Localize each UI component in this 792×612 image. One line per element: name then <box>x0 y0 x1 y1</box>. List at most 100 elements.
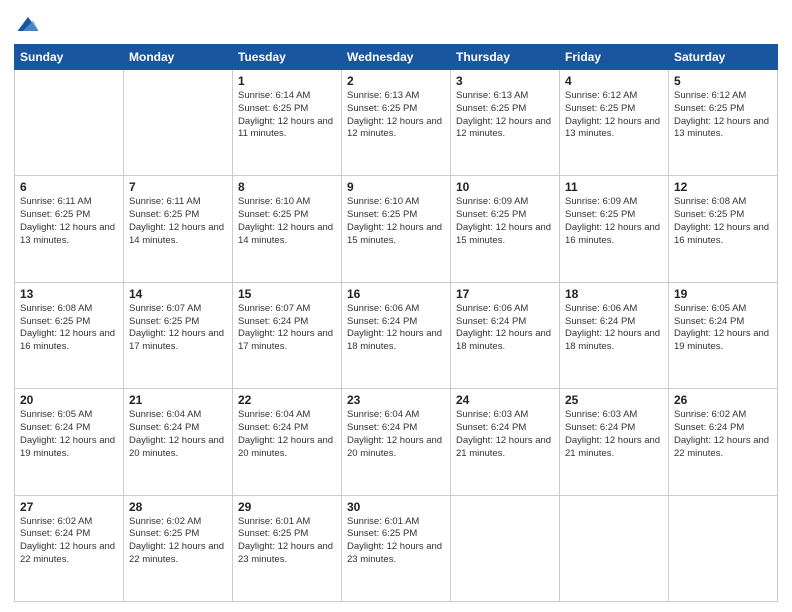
day-info: Sunrise: 6:02 AM Sunset: 6:24 PM Dayligh… <box>674 409 772 460</box>
col-monday: Monday <box>124 45 233 70</box>
calendar-cell: 18 Sunrise: 6:06 AM Sunset: 6:24 PM Dayli… <box>560 282 669 388</box>
day-number: 20 <box>20 393 118 407</box>
day-info: Sunrise: 6:09 AM Sunset: 6:25 PM Dayligh… <box>456 196 554 247</box>
day-number: 5 <box>674 74 772 88</box>
day-info: Sunrise: 6:03 AM Sunset: 6:24 PM Dayligh… <box>565 409 663 460</box>
day-info: Sunrise: 6:03 AM Sunset: 6:24 PM Dayligh… <box>456 409 554 460</box>
calendar-cell: 19 Sunrise: 6:05 AM Sunset: 6:24 PM Dayli… <box>669 282 778 388</box>
calendar-cell: 30 Sunrise: 6:01 AM Sunset: 6:25 PM Dayli… <box>342 495 451 601</box>
day-info: Sunrise: 6:04 AM Sunset: 6:24 PM Dayligh… <box>238 409 336 460</box>
col-tuesday: Tuesday <box>233 45 342 70</box>
day-number: 25 <box>565 393 663 407</box>
day-info: Sunrise: 6:12 AM Sunset: 6:25 PM Dayligh… <box>565 90 663 141</box>
page: Sunday Monday Tuesday Wednesday Thursday… <box>0 0 792 612</box>
day-info: Sunrise: 6:08 AM Sunset: 6:25 PM Dayligh… <box>20 303 118 354</box>
day-info: Sunrise: 6:06 AM Sunset: 6:24 PM Dayligh… <box>565 303 663 354</box>
calendar-cell: 21Sunrise: 6:04 AM Sunset: 6:24 PM Dayli… <box>124 389 233 495</box>
week-row-4: 20 Sunrise: 6:05 AM Sunset: 6:24 PM Dayli… <box>15 389 778 495</box>
day-number: 3 <box>456 74 554 88</box>
day-info: Sunrise: 6:05 AM Sunset: 6:24 PM Dayligh… <box>20 409 118 460</box>
day-info: Sunrise: 6:08 AM Sunset: 6:25 PM Dayligh… <box>674 196 772 247</box>
col-saturday: Saturday <box>669 45 778 70</box>
day-info: Sunrise: 6:05 AM Sunset: 6:24 PM Dayligh… <box>674 303 772 354</box>
day-number: 15 <box>238 287 336 301</box>
calendar-cell: 2Sunrise: 6:13 AM Sunset: 6:25 PM Daylig… <box>342 70 451 176</box>
day-number: 29 <box>238 500 336 514</box>
calendar-cell: 10 Sunrise: 6:09 AM Sunset: 6:25 PM Dayli… <box>451 176 560 282</box>
col-sunday: Sunday <box>15 45 124 70</box>
calendar-cell: 14 Sunrise: 6:07 AM Sunset: 6:25 PM Dayli… <box>124 282 233 388</box>
day-info: Sunrise: 6:13 AM Sunset: 6:25 PM Dayligh… <box>456 90 554 141</box>
logo <box>14 10 46 38</box>
day-number: 11 <box>565 180 663 194</box>
day-number: 14 <box>129 287 227 301</box>
day-info: Sunrise: 6:14 AM Sunset: 6:25 PM Dayligh… <box>238 90 336 141</box>
day-number: 4 <box>565 74 663 88</box>
day-number: 28 <box>129 500 227 514</box>
day-number: 12 <box>674 180 772 194</box>
day-number: 9 <box>347 180 445 194</box>
week-row-1: 1 Sunrise: 6:14 AM Sunset: 6:25 PM Daylig… <box>15 70 778 176</box>
calendar-cell: 5 Sunrise: 6:12 AM Sunset: 6:25 PM Daylig… <box>669 70 778 176</box>
day-number: 1 <box>238 74 336 88</box>
week-row-2: 6 Sunrise: 6:11 AM Sunset: 6:25 PM Daylig… <box>15 176 778 282</box>
calendar-cell: 11 Sunrise: 6:09 AM Sunset: 6:25 PM Dayli… <box>560 176 669 282</box>
calendar-cell: 28 Sunrise: 6:02 AM Sunset: 6:25 PM Dayli… <box>124 495 233 601</box>
day-number: 8 <box>238 180 336 194</box>
week-row-3: 13 Sunrise: 6:08 AM Sunset: 6:25 PM Dayli… <box>15 282 778 388</box>
calendar-cell <box>669 495 778 601</box>
col-wednesday: Wednesday <box>342 45 451 70</box>
week-row-5: 27Sunrise: 6:02 AM Sunset: 6:24 PM Dayli… <box>15 495 778 601</box>
day-info: Sunrise: 6:01 AM Sunset: 6:25 PM Dayligh… <box>238 516 336 567</box>
day-info: Sunrise: 6:10 AM Sunset: 6:25 PM Dayligh… <box>347 196 445 247</box>
day-info: Sunrise: 6:04 AM Sunset: 6:24 PM Dayligh… <box>129 409 227 460</box>
header-row: Sunday Monday Tuesday Wednesday Thursday… <box>15 45 778 70</box>
day-number: 22 <box>238 393 336 407</box>
col-thursday: Thursday <box>451 45 560 70</box>
day-number: 10 <box>456 180 554 194</box>
calendar-cell: 17Sunrise: 6:06 AM Sunset: 6:24 PM Dayli… <box>451 282 560 388</box>
calendar-cell: 6 Sunrise: 6:11 AM Sunset: 6:25 PM Daylig… <box>15 176 124 282</box>
day-info: Sunrise: 6:02 AM Sunset: 6:25 PM Dayligh… <box>129 516 227 567</box>
calendar-cell <box>560 495 669 601</box>
calendar-cell: 12 Sunrise: 6:08 AM Sunset: 6:25 PM Dayli… <box>669 176 778 282</box>
calendar-cell: 15Sunrise: 6:07 AM Sunset: 6:24 PM Dayli… <box>233 282 342 388</box>
day-info: Sunrise: 6:13 AM Sunset: 6:25 PM Dayligh… <box>347 90 445 141</box>
calendar-cell: 13 Sunrise: 6:08 AM Sunset: 6:25 PM Dayli… <box>15 282 124 388</box>
day-number: 19 <box>674 287 772 301</box>
calendar-cell: 3 Sunrise: 6:13 AM Sunset: 6:25 PM Daylig… <box>451 70 560 176</box>
day-info: Sunrise: 6:01 AM Sunset: 6:25 PM Dayligh… <box>347 516 445 567</box>
header <box>14 10 778 38</box>
day-info: Sunrise: 6:11 AM Sunset: 6:25 PM Dayligh… <box>129 196 227 247</box>
calendar-cell: 26 Sunrise: 6:02 AM Sunset: 6:24 PM Dayli… <box>669 389 778 495</box>
calendar-table: Sunday Monday Tuesday Wednesday Thursday… <box>14 44 778 602</box>
day-number: 30 <box>347 500 445 514</box>
day-info: Sunrise: 6:07 AM Sunset: 6:25 PM Dayligh… <box>129 303 227 354</box>
day-info: Sunrise: 6:09 AM Sunset: 6:25 PM Dayligh… <box>565 196 663 247</box>
calendar-cell: 4 Sunrise: 6:12 AM Sunset: 6:25 PM Daylig… <box>560 70 669 176</box>
calendar-cell: 25 Sunrise: 6:03 AM Sunset: 6:24 PM Dayli… <box>560 389 669 495</box>
day-info: Sunrise: 6:10 AM Sunset: 6:25 PM Dayligh… <box>238 196 336 247</box>
day-number: 23 <box>347 393 445 407</box>
day-number: 6 <box>20 180 118 194</box>
calendar-cell: 16Sunrise: 6:06 AM Sunset: 6:24 PM Dayli… <box>342 282 451 388</box>
calendar-cell <box>124 70 233 176</box>
calendar-cell <box>451 495 560 601</box>
day-number: 7 <box>129 180 227 194</box>
calendar-cell: 9 Sunrise: 6:10 AM Sunset: 6:25 PM Daylig… <box>342 176 451 282</box>
calendar-cell: 24 Sunrise: 6:03 AM Sunset: 6:24 PM Dayli… <box>451 389 560 495</box>
day-number: 24 <box>456 393 554 407</box>
col-friday: Friday <box>560 45 669 70</box>
day-number: 26 <box>674 393 772 407</box>
day-info: Sunrise: 6:12 AM Sunset: 6:25 PM Dayligh… <box>674 90 772 141</box>
day-number: 27 <box>20 500 118 514</box>
day-info: Sunrise: 6:06 AM Sunset: 6:24 PM Dayligh… <box>456 303 554 354</box>
calendar-cell: 22 Sunrise: 6:04 AM Sunset: 6:24 PM Dayli… <box>233 389 342 495</box>
calendar-cell: 20 Sunrise: 6:05 AM Sunset: 6:24 PM Dayli… <box>15 389 124 495</box>
logo-icon <box>14 10 42 38</box>
day-number: 18 <box>565 287 663 301</box>
day-number: 13 <box>20 287 118 301</box>
day-info: Sunrise: 6:11 AM Sunset: 6:25 PM Dayligh… <box>20 196 118 247</box>
day-number: 16 <box>347 287 445 301</box>
calendar-cell: 1 Sunrise: 6:14 AM Sunset: 6:25 PM Daylig… <box>233 70 342 176</box>
